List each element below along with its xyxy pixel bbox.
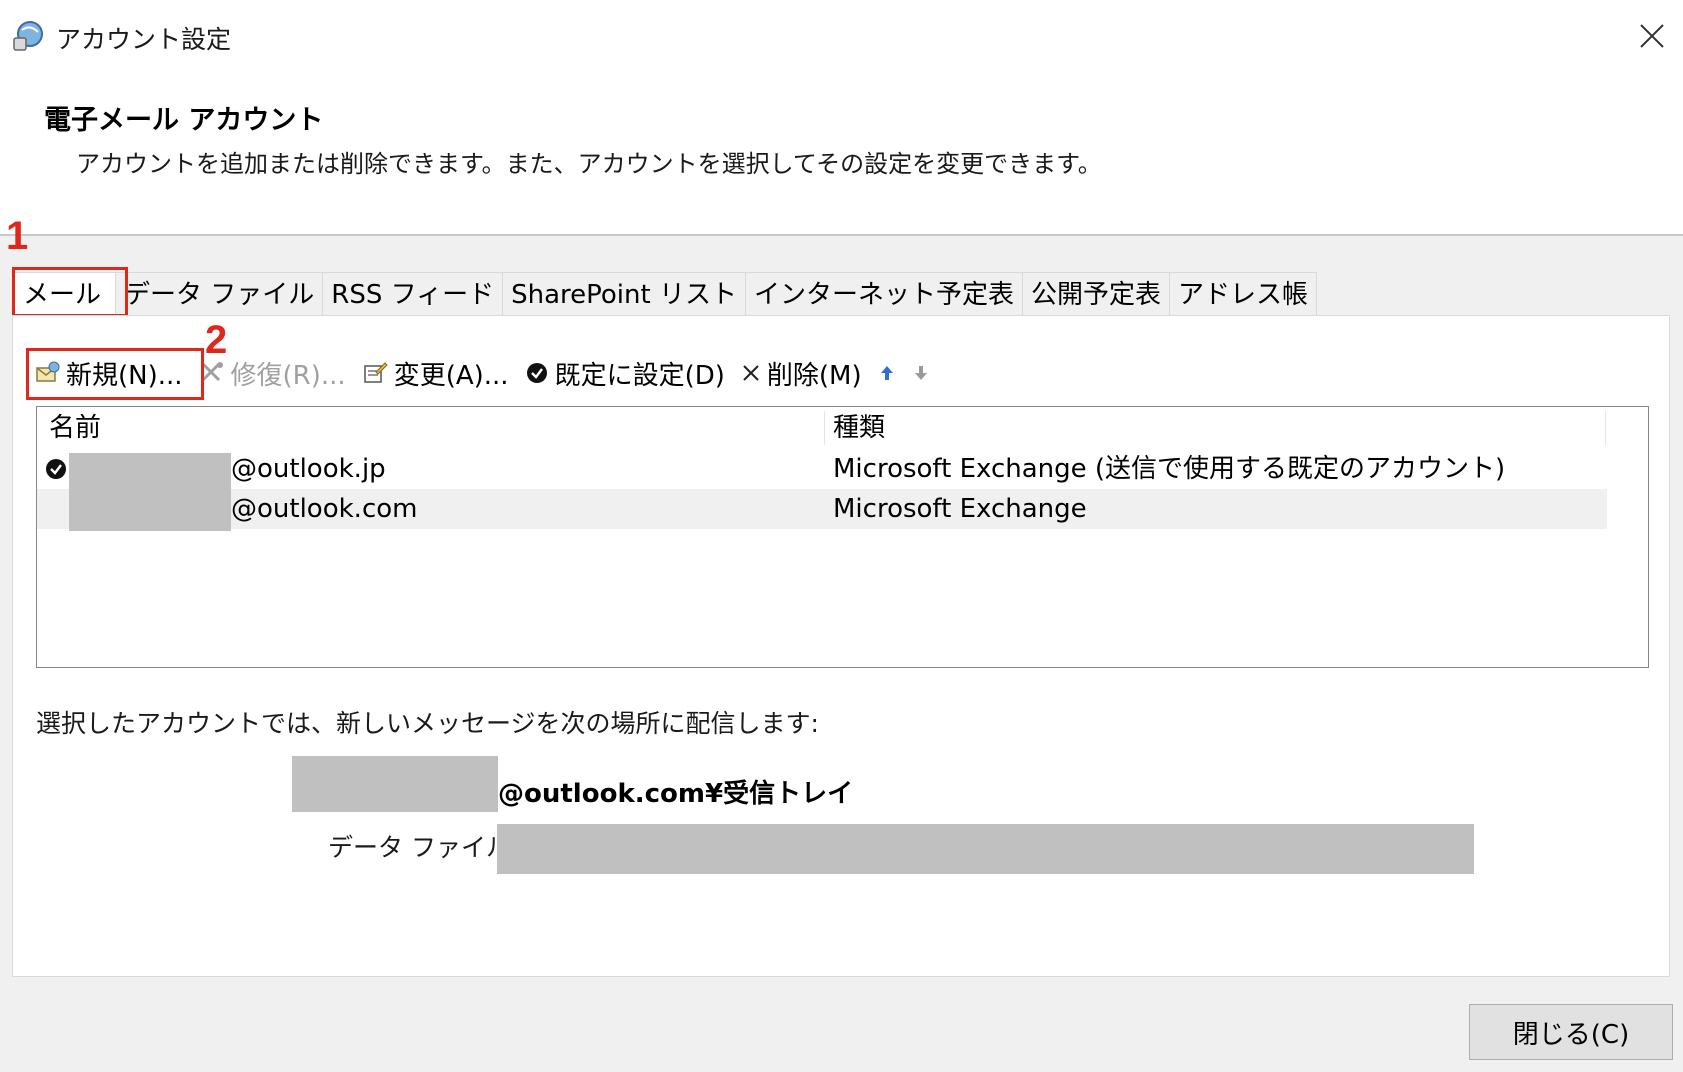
- account-settings-icon: [13, 21, 43, 51]
- redacted-username: [69, 453, 231, 531]
- header-title: 電子メール アカウント: [44, 105, 324, 136]
- repair-button[interactable]: 修復(R)...: [191, 350, 354, 396]
- column-header-name[interactable]: 名前: [49, 407, 101, 449]
- header-section: 電子メール アカウント アカウントを追加または削除できます。また、アカウントを選…: [0, 70, 1683, 236]
- tab-published-calendars[interactable]: 公開予定表: [1021, 272, 1170, 316]
- repair-label: 修復(R)...: [230, 360, 346, 391]
- account-name: @outlook.com: [231, 494, 418, 524]
- redacted-data-file-path: [497, 824, 1474, 874]
- account-name: @outlook.jp: [231, 454, 386, 484]
- table-row[interactable]: @outlook.jp Microsoft Exchange (送信で使用する既…: [37, 449, 1607, 489]
- move-down-button[interactable]: [904, 350, 938, 396]
- change-button[interactable]: 変更(A)...: [354, 350, 517, 396]
- move-up-button[interactable]: [870, 350, 904, 396]
- checkmark-circle-icon: [525, 361, 549, 385]
- set-default-label: 既定に設定(D): [554, 360, 725, 391]
- tab-strip: メール データ ファイル RSS フィード SharePoint リスト インタ…: [12, 272, 1318, 318]
- list-header: 名前 種類: [37, 407, 1648, 449]
- redacted-username: [292, 756, 498, 812]
- window-title: アカウント設定: [56, 25, 232, 54]
- close-button[interactable]: 閉じる(C): [1469, 1004, 1673, 1060]
- column-separator: [1605, 411, 1606, 445]
- annotation-step-1: 1: [6, 214, 29, 258]
- delete-label: 削除(M): [766, 360, 862, 391]
- highlight-tab-mail: [12, 267, 128, 317]
- highlight-new-button: [26, 348, 204, 400]
- header-subtitle: アカウントを追加または削除できます。また、アカウントを選択してその設定を変更でき…: [76, 150, 1102, 178]
- tab-data-files[interactable]: データ ファイル: [115, 272, 324, 316]
- account-type: Microsoft Exchange (送信で使用する既定のアカウント): [833, 454, 1506, 484]
- title-bar: アカウント設定: [0, 0, 1683, 70]
- column-header-type[interactable]: 種類: [833, 407, 885, 449]
- close-icon[interactable]: [1632, 16, 1672, 56]
- data-file-label: データ ファイル:: [328, 833, 520, 862]
- delivery-folder-path: @outlook.com¥受信トレイ: [498, 779, 854, 809]
- default-account-check-icon: [46, 459, 66, 479]
- tab-rss-feeds[interactable]: RSS フィード: [322, 272, 504, 316]
- tab-address-books[interactable]: アドレス帳: [1169, 272, 1318, 316]
- tab-sharepoint-lists[interactable]: SharePoint リスト: [502, 272, 746, 316]
- delete-button[interactable]: 削除(M): [733, 350, 870, 396]
- delete-x-icon: [741, 363, 761, 383]
- arrow-down-icon: [914, 366, 927, 380]
- column-separator: [824, 411, 825, 445]
- account-type: Microsoft Exchange: [833, 494, 1087, 524]
- delivery-description: 選択したアカウントでは、新しいメッセージを次の場所に配信します:: [36, 709, 819, 738]
- tab-internet-calendars[interactable]: インターネット予定表: [744, 272, 1023, 316]
- change-edit-icon: [362, 360, 388, 386]
- arrow-up-icon: [880, 366, 893, 380]
- set-default-button[interactable]: 既定に設定(D): [517, 350, 733, 396]
- table-row[interactable]: @outlook.com Microsoft Exchange: [37, 489, 1607, 529]
- account-list[interactable]: 名前 種類 @outlook.jp Microsoft Exchange (送信…: [36, 406, 1649, 668]
- change-label: 変更(A)...: [393, 360, 509, 391]
